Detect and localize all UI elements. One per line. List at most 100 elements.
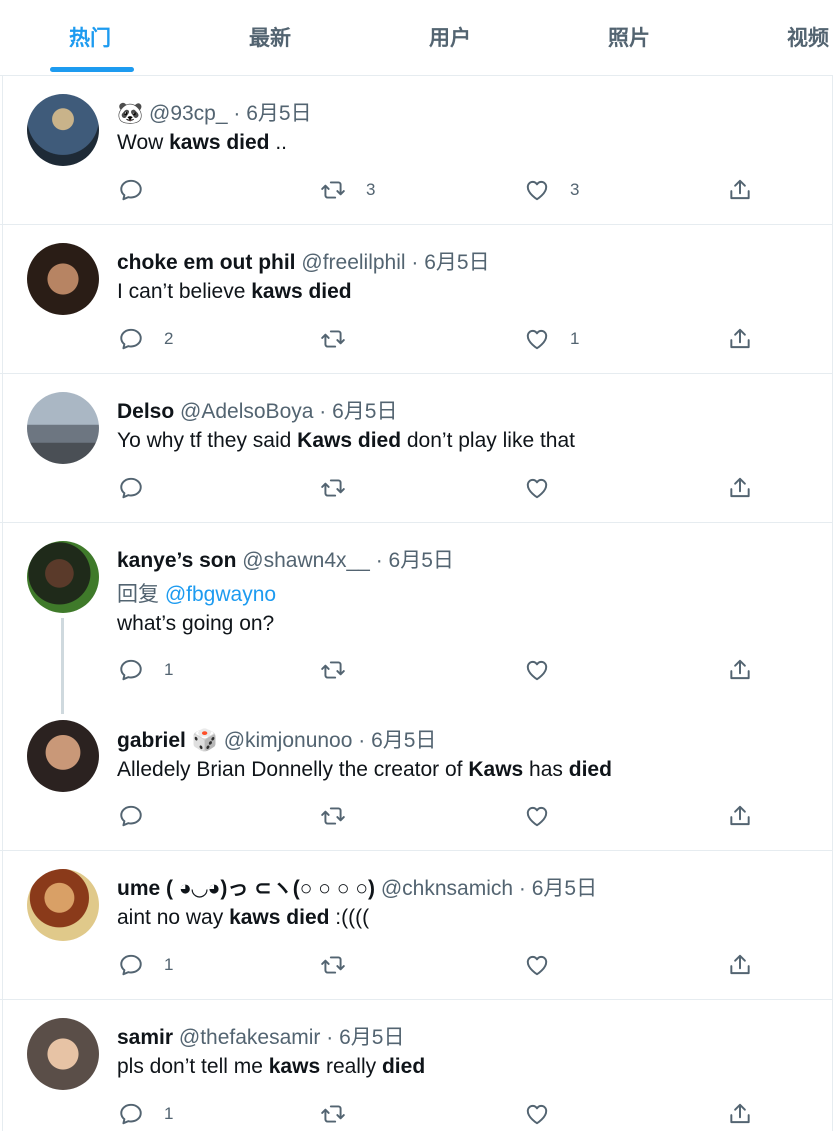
reply-icon bbox=[120, 805, 142, 827]
avatar[interactable] bbox=[27, 541, 99, 613]
like-button[interactable] bbox=[524, 475, 550, 501]
tweet[interactable]: gabriel 🎲 @kimjonunoo · 6月5日 Alledely Br… bbox=[0, 700, 833, 851]
reply-count: 2 bbox=[164, 329, 174, 348]
user-handle[interactable]: @thefakesamir bbox=[179, 1026, 321, 1049]
tab-top[interactable]: 热门 bbox=[69, 22, 111, 52]
retweet-icon bbox=[321, 181, 345, 199]
share-button[interactable] bbox=[727, 475, 753, 501]
reply-to-line: 回复 @fbgwayno bbox=[117, 583, 277, 606]
tab-photos[interactable]: 照片 bbox=[608, 22, 650, 52]
tweet-text: what’s going on? bbox=[117, 612, 275, 635]
reply-button[interactable] bbox=[118, 177, 144, 203]
user-handle[interactable]: @freelilphil bbox=[301, 251, 405, 274]
like-icon bbox=[526, 806, 548, 827]
share-icon bbox=[730, 1103, 750, 1124]
avatar[interactable] bbox=[27, 869, 99, 941]
like-icon bbox=[526, 955, 548, 976]
retweet-button[interactable] bbox=[320, 952, 346, 978]
avatar[interactable] bbox=[27, 392, 99, 464]
like-icon bbox=[526, 660, 548, 681]
tweet[interactable]: kanye’s son @shawn4x__ · 6月5日 回复 @fbgway… bbox=[0, 523, 833, 699]
user-handle[interactable]: @93cp_ bbox=[149, 102, 228, 125]
reply-button[interactable] bbox=[118, 475, 144, 501]
share-button[interactable] bbox=[727, 326, 753, 352]
share-icon bbox=[730, 328, 750, 349]
tweet-time[interactable]: · 6月5日 bbox=[411, 251, 489, 274]
like-button[interactable] bbox=[524, 657, 550, 683]
tweet-time[interactable]: · 6月5日 bbox=[376, 549, 454, 572]
reply-button[interactable] bbox=[118, 803, 144, 829]
share-button[interactable] bbox=[727, 657, 753, 683]
reply-icon bbox=[120, 328, 142, 350]
like-icon bbox=[526, 329, 548, 350]
user-handle[interactable]: @shawn4x__ bbox=[242, 549, 370, 572]
retweet-button[interactable] bbox=[320, 1101, 346, 1127]
tweet-text: pls don’t tell me kaws really died bbox=[117, 1055, 426, 1078]
reply-icon bbox=[120, 179, 142, 201]
reply-icon bbox=[120, 477, 142, 499]
retweet-button[interactable] bbox=[320, 326, 346, 352]
tweet[interactable]: ume ( ◕◡◕)っ ⊂ヽ(○ ○ ○ ○) @chknsamich · 6月… bbox=[0, 851, 833, 1000]
avatar[interactable] bbox=[27, 720, 99, 792]
tweet-time[interactable]: · 6月5日 bbox=[326, 1026, 404, 1049]
like-icon bbox=[526, 180, 548, 201]
tab-videos[interactable]: 视频 bbox=[787, 22, 829, 52]
active-tab-indicator bbox=[50, 67, 134, 72]
reply-button[interactable]: 2 bbox=[118, 326, 173, 352]
share-button[interactable] bbox=[727, 177, 753, 203]
retweet-icon bbox=[321, 661, 345, 679]
tweet-time[interactable]: · 6月5日 bbox=[319, 400, 397, 423]
tweet[interactable]: 🐼 @93cp_ · 6月5日 Wow kaws died .. 3 3 bbox=[0, 76, 833, 225]
share-button[interactable] bbox=[727, 803, 753, 829]
tab-people[interactable]: 用户 bbox=[429, 22, 471, 52]
tweet-text: Alledely Brian Donnelly the creator of K… bbox=[117, 758, 612, 781]
display-name[interactable]: Delso bbox=[117, 400, 174, 423]
share-button[interactable] bbox=[727, 1101, 753, 1127]
share-icon bbox=[730, 659, 750, 680]
like-button[interactable] bbox=[524, 952, 550, 978]
retweet-icon bbox=[321, 1105, 345, 1123]
avatar[interactable] bbox=[27, 94, 99, 166]
tweet-time[interactable]: · 6月5日 bbox=[233, 102, 311, 125]
tweet-time[interactable]: · 6月5日 bbox=[358, 729, 436, 752]
like-button[interactable] bbox=[524, 803, 550, 829]
retweet-button[interactable]: 3 bbox=[320, 177, 375, 203]
reply-button[interactable]: 1 bbox=[118, 1101, 173, 1127]
user-handle[interactable]: @kimjonunoo bbox=[224, 729, 353, 752]
user-handle[interactable]: @AdelsoBoya bbox=[180, 400, 313, 423]
display-name[interactable]: samir bbox=[117, 1026, 173, 1049]
reply-button[interactable]: 1 bbox=[118, 952, 173, 978]
display-name[interactable]: gabriel 🎲 bbox=[117, 729, 218, 752]
like-button[interactable]: 1 bbox=[524, 326, 579, 352]
share-icon bbox=[730, 805, 750, 826]
reply-count: 1 bbox=[164, 660, 174, 679]
avatar[interactable] bbox=[27, 1018, 99, 1090]
like-button[interactable]: 3 bbox=[524, 177, 579, 203]
display-name[interactable]: ume ( ◕◡◕)っ ⊂ヽ(○ ○ ○ ○) bbox=[117, 877, 375, 900]
tweet-text: Wow kaws died .. bbox=[117, 131, 288, 154]
retweet-button[interactable] bbox=[320, 803, 346, 829]
tweet-time[interactable]: · 6月5日 bbox=[519, 877, 597, 900]
share-icon bbox=[730, 954, 750, 975]
display-name[interactable]: 🐼 bbox=[117, 102, 143, 125]
tweet[interactable]: choke em out phil @freelilphil · 6月5日 I … bbox=[0, 225, 833, 374]
tab-latest[interactable]: 最新 bbox=[249, 22, 291, 52]
display-name[interactable]: choke em out phil bbox=[117, 251, 296, 274]
retweet-icon bbox=[321, 330, 345, 348]
reply-icon bbox=[120, 954, 142, 976]
tweet[interactable]: Delso @AdelsoBoya · 6月5日 Yo why tf they … bbox=[0, 374, 833, 523]
tweet-text: Yo why tf they said Kaws died don’t play… bbox=[117, 429, 575, 452]
tweet[interactable]: samir @thefakesamir · 6月5日 pls don’t tel… bbox=[0, 1000, 833, 1131]
like-button[interactable] bbox=[524, 1101, 550, 1127]
reply-count: 1 bbox=[164, 955, 174, 974]
retweet-icon bbox=[321, 807, 345, 825]
tweet-text: I can’t believe kaws died bbox=[117, 280, 352, 303]
retweet-button[interactable] bbox=[320, 657, 346, 683]
display-name[interactable]: kanye’s son bbox=[117, 549, 236, 572]
reply-to-handle[interactable]: @fbgwayno bbox=[165, 583, 276, 606]
user-handle[interactable]: @chknsamich bbox=[381, 877, 513, 900]
reply-button[interactable]: 1 bbox=[118, 657, 173, 683]
share-button[interactable] bbox=[727, 952, 753, 978]
avatar[interactable] bbox=[27, 243, 99, 315]
retweet-button[interactable] bbox=[320, 475, 346, 501]
